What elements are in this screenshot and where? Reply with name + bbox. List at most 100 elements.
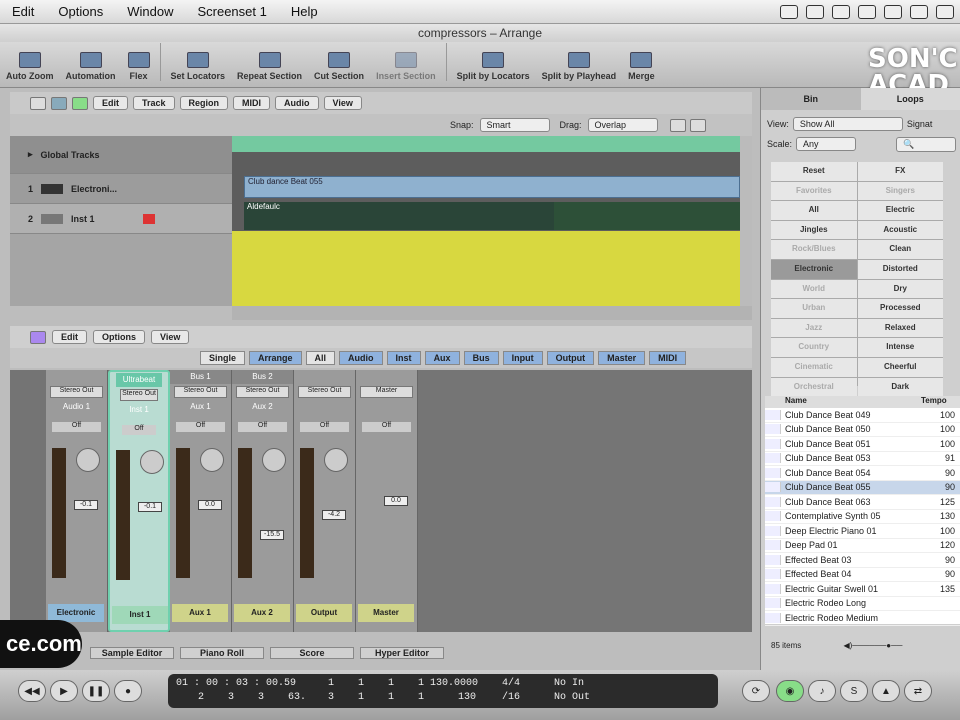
arrange-area[interactable]: Club dance Beat 055 Aldefaulc — [232, 136, 740, 306]
pointer-tool[interactable] — [669, 118, 686, 132]
battery-icon[interactable] — [936, 4, 954, 19]
disclosure-icon[interactable]: ▸ — [28, 149, 33, 160]
filter-master[interactable]: Master — [598, 351, 646, 365]
automation-button[interactable]: Automation — [66, 52, 116, 81]
column-name[interactable]: Name — [781, 396, 921, 408]
keyword-button[interactable]: Country — [771, 338, 857, 357]
filter-output[interactable]: Output — [546, 351, 595, 365]
output-slot[interactable]: Stereo Out — [120, 389, 158, 401]
mixer-menu-edit[interactable]: Edit — [52, 330, 87, 344]
list-item[interactable]: Effected Beat 04 90 — [765, 568, 960, 582]
channel-strip-selected[interactable]: Ultrabeat Stereo Out Inst 1 Off -0.1 Ins… — [108, 370, 170, 632]
tab-sample-editor[interactable]: Sample Editor — [90, 647, 174, 659]
tab-bin[interactable]: Bin — [761, 88, 861, 110]
keyword-button[interactable]: Acoustic — [857, 220, 943, 240]
tab-piano-roll[interactable]: Piano Roll — [180, 647, 264, 659]
repeat-section-button[interactable]: Repeat Section — [237, 52, 302, 81]
favorite-checkbox[interactable] — [765, 482, 781, 493]
menu-help[interactable]: Help — [279, 4, 330, 19]
channel-strip[interactable]: Master Off 0.0 Master — [356, 370, 418, 632]
link-button[interactable] — [30, 330, 46, 344]
automation-mode[interactable]: Off — [300, 422, 349, 432]
keyword-button[interactable]: Rock/Blues — [771, 240, 857, 259]
inspector-button[interactable] — [72, 96, 88, 110]
output-slot[interactable]: Stereo Out — [50, 386, 103, 398]
output-slot[interactable]: Master — [360, 386, 413, 398]
cut-section-button[interactable]: Cut Section — [314, 52, 364, 81]
arrange-menu-view[interactable]: View — [323, 96, 362, 110]
list-item[interactable]: Club Dance Beat 054 90 — [765, 466, 960, 481]
video-icon[interactable] — [780, 4, 798, 19]
pan-knob[interactable] — [262, 448, 286, 472]
keyword-button[interactable]: Jazz — [771, 318, 857, 338]
keyword-button[interactable]: Cinematic — [771, 357, 857, 377]
keyword-button[interactable]: FX — [857, 162, 943, 181]
filter-midi[interactable]: MIDI — [649, 351, 687, 365]
midi-region-selected[interactable] — [554, 202, 740, 230]
record-enable-button[interactable] — [142, 213, 155, 224]
view-single[interactable]: Single — [200, 351, 246, 365]
favorite-checkbox[interactable] — [765, 540, 781, 551]
list-item[interactable]: Club Dance Beat 053 91 — [765, 452, 960, 466]
keyword-button[interactable]: Dry — [857, 279, 943, 299]
favorite-checkbox[interactable] — [765, 467, 781, 478]
track-row[interactable]: 2 Inst 1 — [10, 204, 232, 234]
merge-button[interactable]: Merge — [628, 52, 655, 81]
volume-fader[interactable]: -15.5 — [260, 530, 284, 540]
list-item[interactable]: Effected Beat 03 90 — [765, 553, 960, 568]
arrange-menu-track[interactable]: Track — [133, 96, 175, 110]
pencil-tool[interactable] — [689, 118, 706, 132]
list-item[interactable]: Contemplative Synth 05 130 — [765, 510, 960, 524]
menu-edit[interactable]: Edit — [0, 4, 46, 19]
tab-hyper-editor[interactable]: Hyper Editor — [360, 647, 444, 659]
arrange-menu-midi[interactable]: MIDI — [233, 96, 271, 110]
sync-icon[interactable] — [806, 4, 824, 19]
output-slot[interactable]: Stereo Out — [298, 386, 351, 398]
mixer-menu-options[interactable]: Options — [93, 330, 145, 344]
favorite-checkbox[interactable] — [765, 554, 781, 565]
keyword-button[interactable]: Processed — [857, 299, 943, 318]
keyword-button[interactable]: Distorted — [857, 259, 943, 279]
menu-options[interactable]: Options — [46, 4, 115, 19]
favorite-checkbox[interactable] — [765, 598, 781, 609]
tuner-icon[interactable]: ♪ — [808, 680, 836, 702]
view-select[interactable]: Show All — [792, 117, 903, 131]
keyword-button[interactable]: Cheerful — [857, 357, 943, 377]
keyword-button[interactable]: Favorites — [771, 181, 857, 201]
scale-select[interactable]: Any — [796, 137, 857, 151]
keyword-button[interactable]: Orchestral — [771, 377, 857, 397]
keyword-button[interactable]: Electric — [857, 201, 943, 220]
flex-button[interactable]: Flex — [127, 52, 150, 81]
channel-strip[interactable]: Bus 2 Stereo Out Aux 2 Off -15.5 Aux 2 — [232, 370, 294, 632]
list-item[interactable]: Electric Rodeo Long — [765, 597, 960, 611]
catch-button[interactable] — [30, 96, 46, 110]
favorite-checkbox[interactable] — [765, 438, 781, 449]
favorite-checkbox[interactable] — [765, 612, 781, 623]
favorite-checkbox[interactable] — [765, 409, 781, 420]
search-input[interactable]: 🔍 — [896, 136, 957, 152]
list-item[interactable]: Electric Rodeo Medium — [765, 611, 960, 626]
list-item[interactable]: Club Dance Beat 063 125 — [765, 495, 960, 510]
keyword-button[interactable]: Singers — [857, 181, 943, 201]
favorite-checkbox[interactable] — [765, 496, 781, 507]
keyword-button[interactable]: Clean — [857, 240, 943, 259]
pause-icon[interactable]: ❚❚ — [82, 680, 110, 702]
arrange-vertical-scrollbar[interactable] — [740, 136, 752, 306]
automation-mode[interactable]: Off — [362, 422, 411, 432]
automation-mode[interactable]: Off — [238, 422, 287, 432]
keyword-button[interactable]: Intense — [857, 338, 943, 357]
view-arrange[interactable]: Arrange — [249, 351, 302, 365]
tab-loops[interactable]: Loops — [860, 88, 960, 110]
global-tracks-header[interactable]: ▸ Global Tracks — [10, 136, 232, 174]
replace-icon[interactable]: ◉ — [776, 680, 804, 702]
volume-fader[interactable]: 0.0 — [198, 500, 222, 510]
list-item[interactable]: Club Dance Beat 050 100 — [765, 423, 960, 437]
arrange-menu-region[interactable]: Region — [179, 96, 229, 110]
wifi-icon[interactable] — [858, 4, 876, 19]
pan-knob[interactable] — [324, 448, 348, 472]
menu-window[interactable]: Window — [115, 4, 185, 19]
monitor-icon[interactable] — [832, 4, 850, 19]
tab-score[interactable]: Score — [270, 647, 354, 659]
pan-knob[interactable] — [140, 450, 164, 474]
drag-select[interactable]: Overlap — [587, 118, 658, 132]
